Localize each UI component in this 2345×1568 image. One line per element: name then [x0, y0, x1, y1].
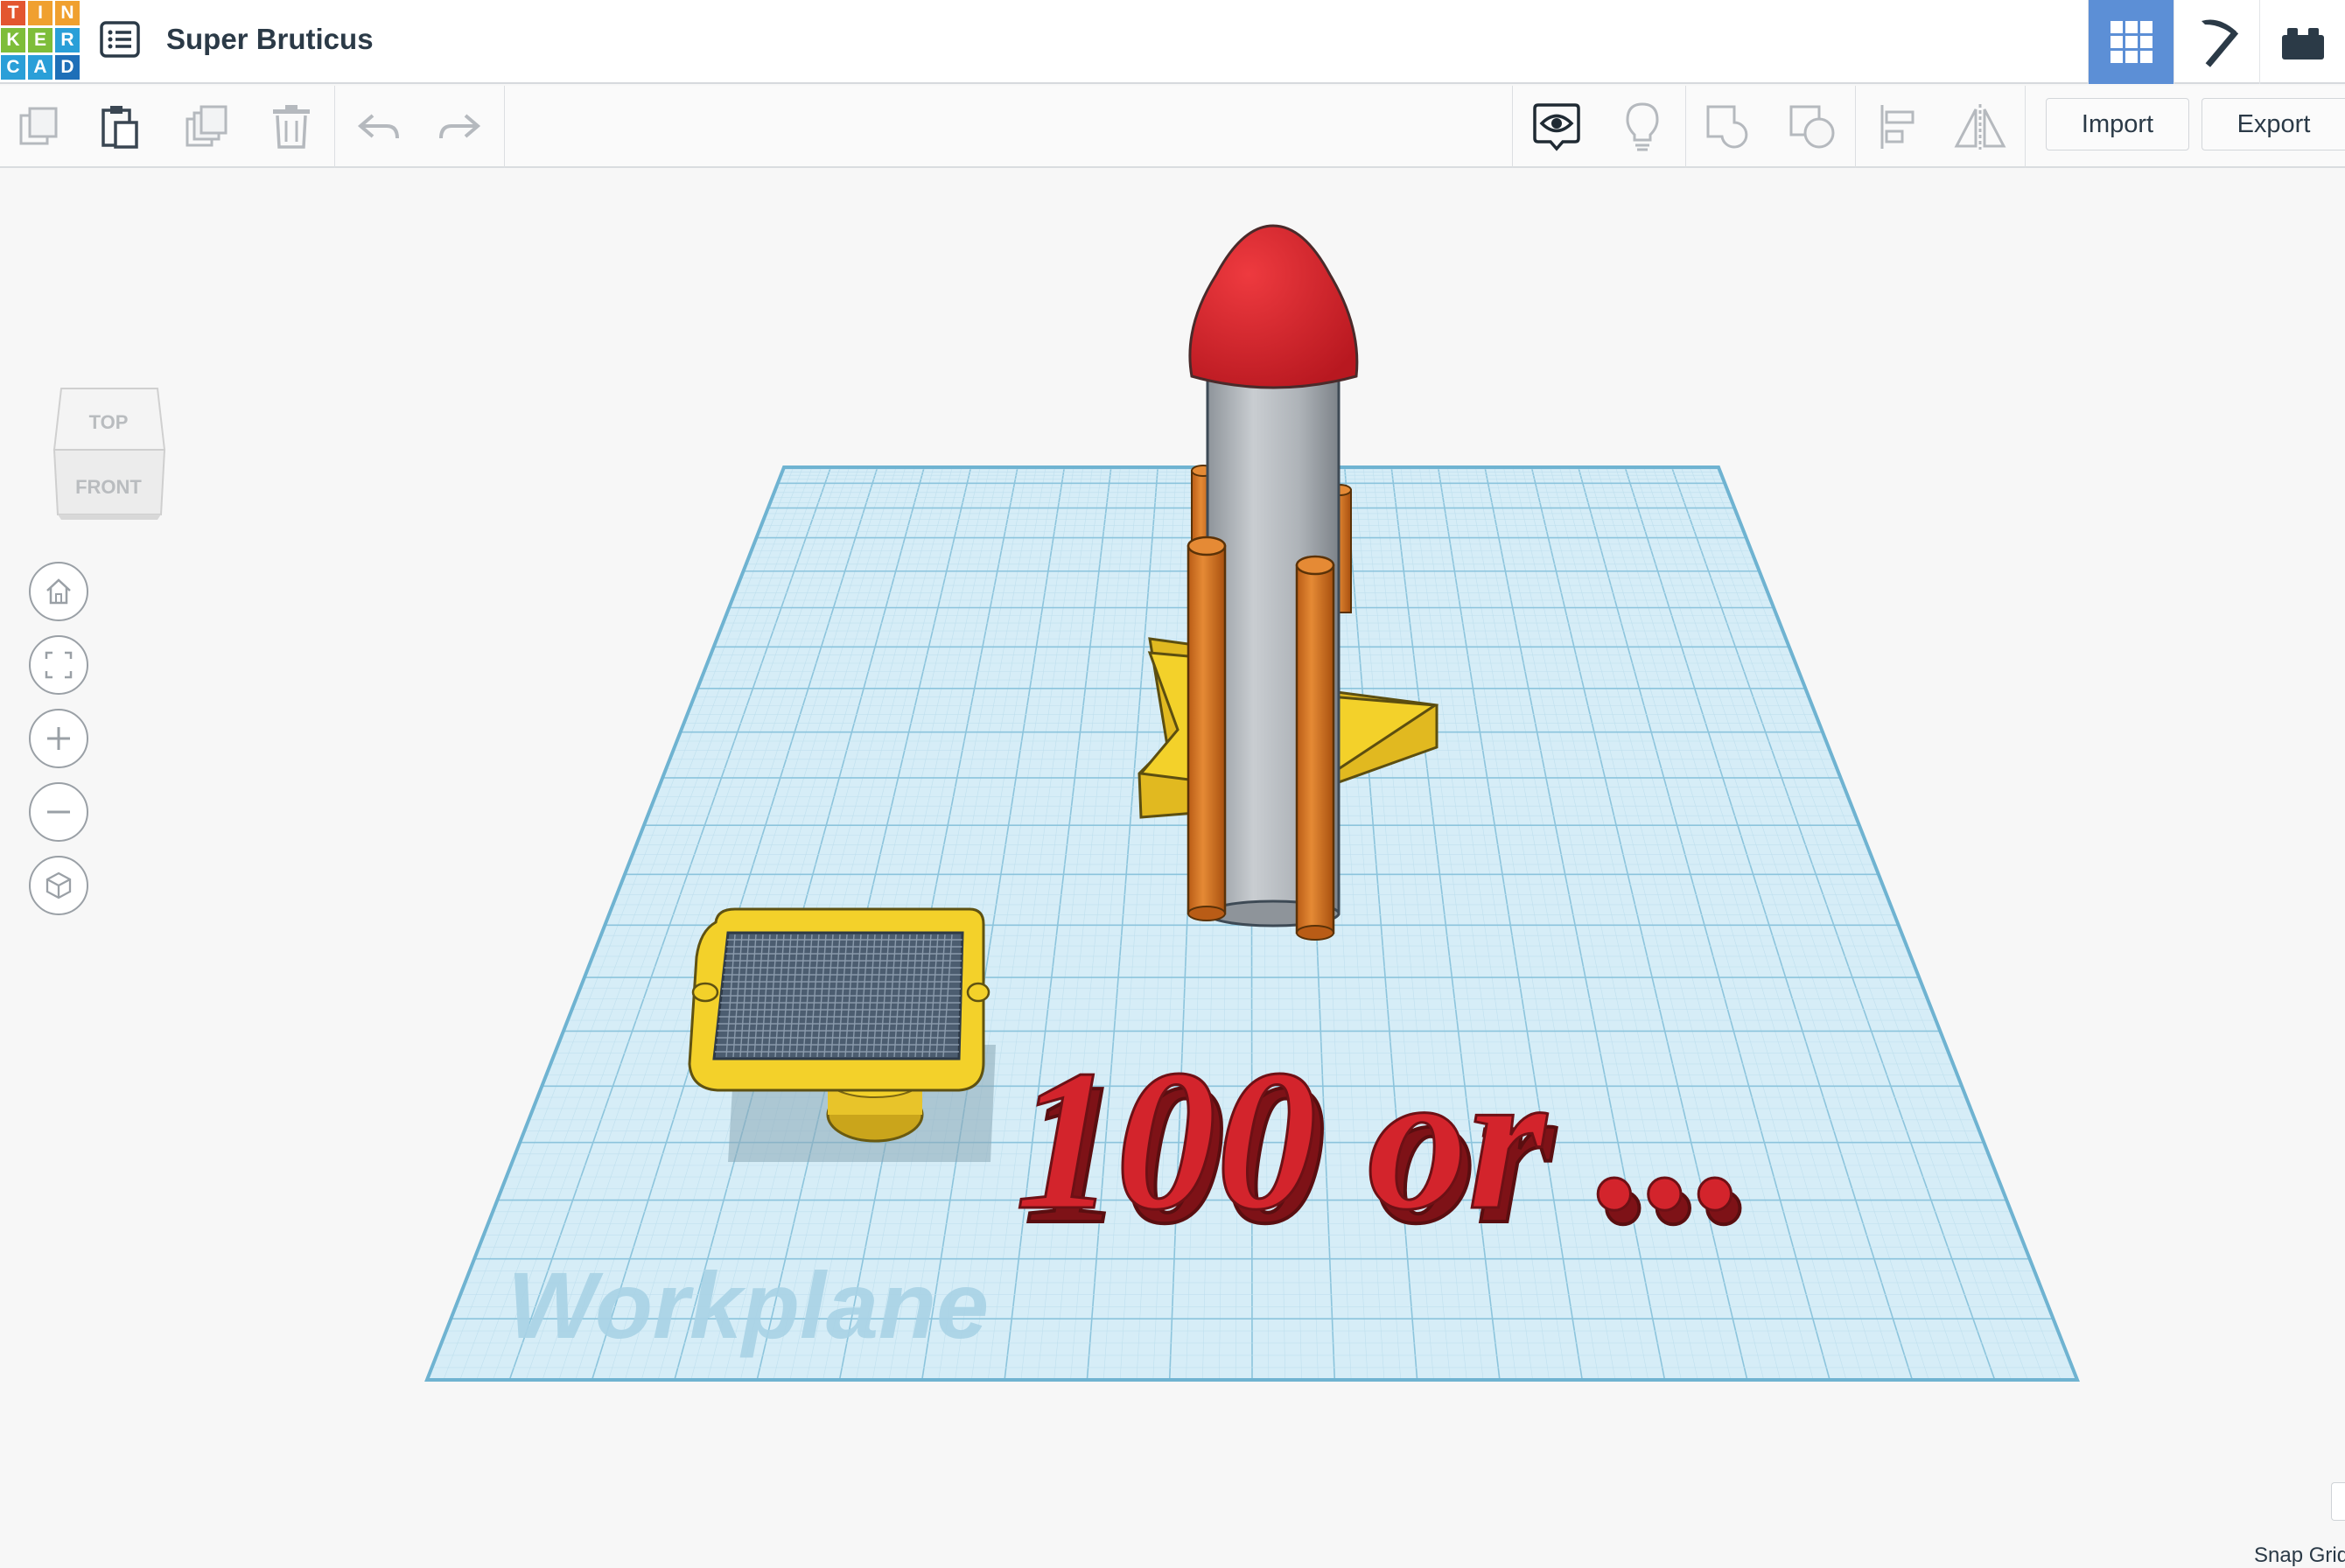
logo-letter: N — [55, 1, 80, 25]
view-cube-top[interactable]: TOP — [89, 411, 129, 433]
mirror-icon — [1954, 104, 2006, 150]
snap-grid-dropdown[interactable] — [2331, 1482, 2345, 1521]
redo-button[interactable] — [420, 86, 499, 168]
copy-button[interactable] — [0, 86, 79, 168]
logo-letter: T — [1, 1, 25, 25]
view-blocks-button[interactable] — [2174, 0, 2259, 84]
fit-view-button[interactable] — [29, 635, 88, 695]
brick-icon — [2281, 28, 2324, 60]
text-100-or[interactable]: 100 or ... 100 or ... — [1014, 1027, 1759, 1268]
mirror-button[interactable] — [1939, 86, 2021, 168]
fit-view-icon — [45, 651, 73, 679]
logo-letter: D — [55, 55, 80, 80]
zoom-in-icon — [47, 727, 70, 750]
app-header: TIN KER CAD Super Bruticus — [0, 0, 2345, 84]
logo-letter: I — [28, 1, 52, 25]
grid-icon — [2110, 21, 2152, 63]
design-list-button[interactable] — [98, 19, 144, 61]
snap-grid-label: Snap Grid — [2254, 1544, 2345, 1567]
duplicate-icon — [186, 105, 228, 147]
tinkercad-logo[interactable]: TIN KER CAD — [0, 0, 80, 80]
3d-scene[interactable]: Workplane 100 or ... 100 or ... — [0, 170, 2345, 1423]
toolbar-divider — [1855, 86, 1856, 168]
group-button[interactable] — [1687, 86, 1769, 168]
zoom-in-button[interactable] — [29, 709, 88, 768]
view-cube[interactable]: TOP FRONT — [49, 382, 170, 522]
paste-button[interactable] — [80, 86, 159, 168]
toolbar-divider — [504, 86, 505, 168]
delete-button[interactable] — [252, 86, 331, 168]
duplicate-button[interactable] — [168, 86, 247, 168]
show-all-icon — [1533, 103, 1580, 151]
ungroup-button[interactable] — [1771, 86, 1853, 168]
perspective-button[interactable] — [29, 856, 88, 915]
toolbar-divider — [1512, 86, 1513, 168]
zoom-out-button[interactable] — [29, 782, 88, 842]
redo-icon — [439, 114, 481, 139]
zoom-out-icon — [47, 810, 70, 814]
show-all-button[interactable] — [1516, 86, 1598, 168]
list-icon — [100, 21, 140, 58]
ungroup-icon — [1789, 105, 1835, 149]
toolbar-divider — [334, 86, 335, 168]
3d-canvas[interactable]: Workplane 100 or ... 100 or ... TOP FRON… — [0, 170, 2345, 1567]
logo-letter: K — [1, 28, 25, 52]
perspective-icon — [46, 872, 72, 900]
paste-icon — [102, 106, 138, 149]
pickaxe-icon — [2201, 19, 2238, 67]
svg-text:100 or ...: 100 or ... — [1015, 1028, 1747, 1251]
copy-icon — [19, 107, 58, 145]
lightbulb-icon — [1626, 102, 1659, 151]
logo-letter: C — [1, 55, 25, 80]
view-bricks-button[interactable] — [2259, 0, 2345, 84]
home-view-button[interactable] — [29, 562, 88, 621]
view-3d-design-button[interactable] — [2088, 0, 2174, 84]
logo-letter: R — [55, 28, 80, 52]
logo-letter: A — [28, 55, 52, 80]
import-button[interactable]: Import — [2046, 98, 2189, 150]
home-icon — [46, 578, 71, 605]
align-button[interactable] — [1857, 86, 1939, 168]
logo-letter: E — [28, 28, 52, 52]
align-icon — [1880, 105, 1914, 149]
notes-button[interactable] — [1601, 86, 1684, 168]
undo-button[interactable] — [340, 86, 418, 168]
undo-icon — [357, 114, 399, 139]
export-button[interactable]: Export — [2202, 98, 2345, 150]
group-icon — [1706, 105, 1748, 149]
workplane-label: Workplane — [508, 1252, 989, 1358]
view-cube-front[interactable]: FRONT — [75, 476, 142, 498]
toolbar-divider — [1685, 86, 1686, 168]
edit-toolbar: Import Export — [0, 86, 2345, 168]
project-title[interactable]: Super Bruticus — [166, 23, 374, 56]
toolbar-divider — [2025, 86, 2026, 168]
delete-icon — [273, 105, 310, 149]
